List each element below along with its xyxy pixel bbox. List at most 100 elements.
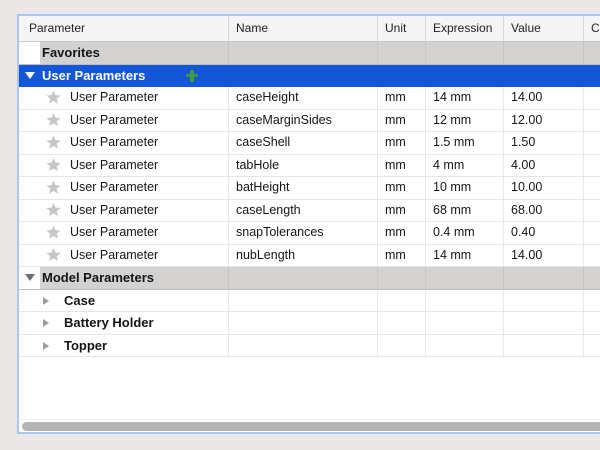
expression-cell[interactable]: 68 mm xyxy=(433,200,471,222)
star-icon[interactable] xyxy=(46,136,61,150)
cell-separator xyxy=(583,200,584,222)
group-label: Battery Holder xyxy=(64,312,154,334)
param-name-cell[interactable]: snapTolerances xyxy=(236,222,324,244)
cell-separator xyxy=(425,110,426,132)
expression-cell[interactable]: 0.4 mm xyxy=(433,222,475,244)
row-user-parameters[interactable]: User Parameters xyxy=(19,65,600,88)
unit-cell: mm xyxy=(385,200,406,222)
param-name-cell[interactable]: caseHeight xyxy=(236,87,299,109)
star-icon[interactable] xyxy=(46,91,61,105)
row-caseshell[interactable]: User ParametercaseShellmm1.5 mm1.50 xyxy=(19,132,600,155)
cell-separator xyxy=(425,177,426,199)
row-snaptolerances[interactable]: User ParametersnapTolerancesmm0.4 mm0.40 xyxy=(19,222,600,245)
cell-separator xyxy=(228,312,229,334)
star-icon[interactable] xyxy=(46,113,61,127)
horizontal-scrollbar[interactable] xyxy=(19,419,600,432)
param-name-cell[interactable]: caseShell xyxy=(236,132,290,154)
row-tabhole[interactable]: User ParametertabHolemm4 mm4.00 xyxy=(19,155,600,178)
star-icon[interactable] xyxy=(46,181,61,195)
param-type-cell: User Parameter xyxy=(70,87,158,109)
expression-cell[interactable]: 1.5 mm xyxy=(433,132,475,154)
cell-separator xyxy=(425,222,426,244)
row-topper[interactable]: Topper xyxy=(19,335,600,358)
param-name-cell[interactable]: caseMarginSides xyxy=(236,110,332,132)
cell-separator xyxy=(583,267,584,289)
param-name-cell[interactable]: tabHole xyxy=(236,155,279,177)
row-favorites[interactable]: Favorites xyxy=(19,42,600,65)
param-type-cell: User Parameter xyxy=(70,177,158,199)
cell-separator xyxy=(503,290,504,312)
disclosure-down-icon[interactable] xyxy=(25,274,35,281)
param-type-cell: User Parameter xyxy=(70,245,158,267)
value-cell: 4.00 xyxy=(511,155,535,177)
cell-separator xyxy=(228,132,229,154)
cell-separator xyxy=(377,177,378,199)
column-separator xyxy=(425,16,426,41)
column-header-comments: Comments xyxy=(591,16,600,41)
cell-separator xyxy=(377,200,378,222)
cell-separator xyxy=(377,245,378,267)
group-label: Case xyxy=(64,290,95,312)
param-name-cell[interactable]: caseLength xyxy=(236,200,301,222)
row-model-parameters[interactable]: Model Parameters xyxy=(19,267,600,290)
unit-cell: mm xyxy=(385,245,406,267)
disclosure-right-icon[interactable] xyxy=(43,297,49,305)
cell-separator xyxy=(583,155,584,177)
cell-separator xyxy=(503,245,504,267)
disclosure-down-icon[interactable] xyxy=(25,72,35,79)
value-cell: 0.40 xyxy=(511,222,535,244)
row-batheight[interactable]: User ParameterbatHeightmm10 mm10.00 xyxy=(19,177,600,200)
cell-separator xyxy=(425,87,426,109)
cell-separator xyxy=(228,110,229,132)
expression-cell[interactable]: 14 mm xyxy=(433,87,471,109)
cell-separator xyxy=(583,87,584,109)
expression-cell[interactable]: 10 mm xyxy=(433,177,471,199)
cell-separator xyxy=(503,42,504,64)
row-casemarginsides[interactable]: User ParametercaseMarginSidesmm12 mm12.0… xyxy=(19,110,600,133)
cell-separator xyxy=(228,222,229,244)
add-parameter-icon[interactable] xyxy=(186,70,198,82)
column-separator xyxy=(503,16,504,41)
cell-separator xyxy=(503,335,504,357)
horizontal-scrollbar-thumb[interactable] xyxy=(22,422,600,431)
param-name-cell[interactable]: nubLength xyxy=(236,245,295,267)
cell-separator xyxy=(377,222,378,244)
cell-separator xyxy=(377,335,378,357)
table-inner: Parameter Name Unit Expression Value Com… xyxy=(19,16,600,432)
cell-separator xyxy=(228,245,229,267)
value-cell: 14.00 xyxy=(511,87,542,109)
column-separator xyxy=(377,16,378,41)
cell-separator xyxy=(425,200,426,222)
cell-separator xyxy=(377,110,378,132)
section-label: Favorites xyxy=(42,42,100,64)
disclosure-right-icon[interactable] xyxy=(43,319,49,327)
column-header-parameter: Parameter xyxy=(29,16,85,41)
cell-separator xyxy=(583,177,584,199)
cell-separator xyxy=(503,87,504,109)
cell-separator xyxy=(377,42,378,64)
cell-separator xyxy=(503,267,504,289)
expression-cell[interactable]: 4 mm xyxy=(433,155,464,177)
cell-separator xyxy=(503,312,504,334)
column-header-name: Name xyxy=(236,16,268,41)
cell-separator xyxy=(228,290,229,312)
row-caselength[interactable]: User ParametercaseLengthmm68 mm68.00 xyxy=(19,200,600,223)
disclosure-right-icon[interactable] xyxy=(43,342,49,350)
star-icon[interactable] xyxy=(46,226,61,240)
cell-separator xyxy=(228,200,229,222)
row-caseheight[interactable]: User ParametercaseHeightmm14 mm14.00 xyxy=(19,87,600,110)
table-header-row: Parameter Name Unit Expression Value Com… xyxy=(19,16,600,42)
star-icon[interactable] xyxy=(46,158,61,172)
param-name-cell[interactable]: batHeight xyxy=(236,177,290,199)
unit-cell: mm xyxy=(385,222,406,244)
unit-cell: mm xyxy=(385,155,406,177)
row-case[interactable]: Case xyxy=(19,290,600,313)
star-icon[interactable] xyxy=(46,203,61,217)
star-icon[interactable] xyxy=(46,248,61,262)
expression-cell[interactable]: 14 mm xyxy=(433,245,471,267)
cell-separator xyxy=(503,132,504,154)
expression-cell[interactable]: 12 mm xyxy=(433,110,471,132)
row-nublength[interactable]: User ParameternubLengthmm14 mm14.00 xyxy=(19,245,600,268)
row-battery-holder[interactable]: Battery Holder xyxy=(19,312,600,335)
table-body: FavoritesUser ParametersUser Parameterca… xyxy=(19,42,600,357)
